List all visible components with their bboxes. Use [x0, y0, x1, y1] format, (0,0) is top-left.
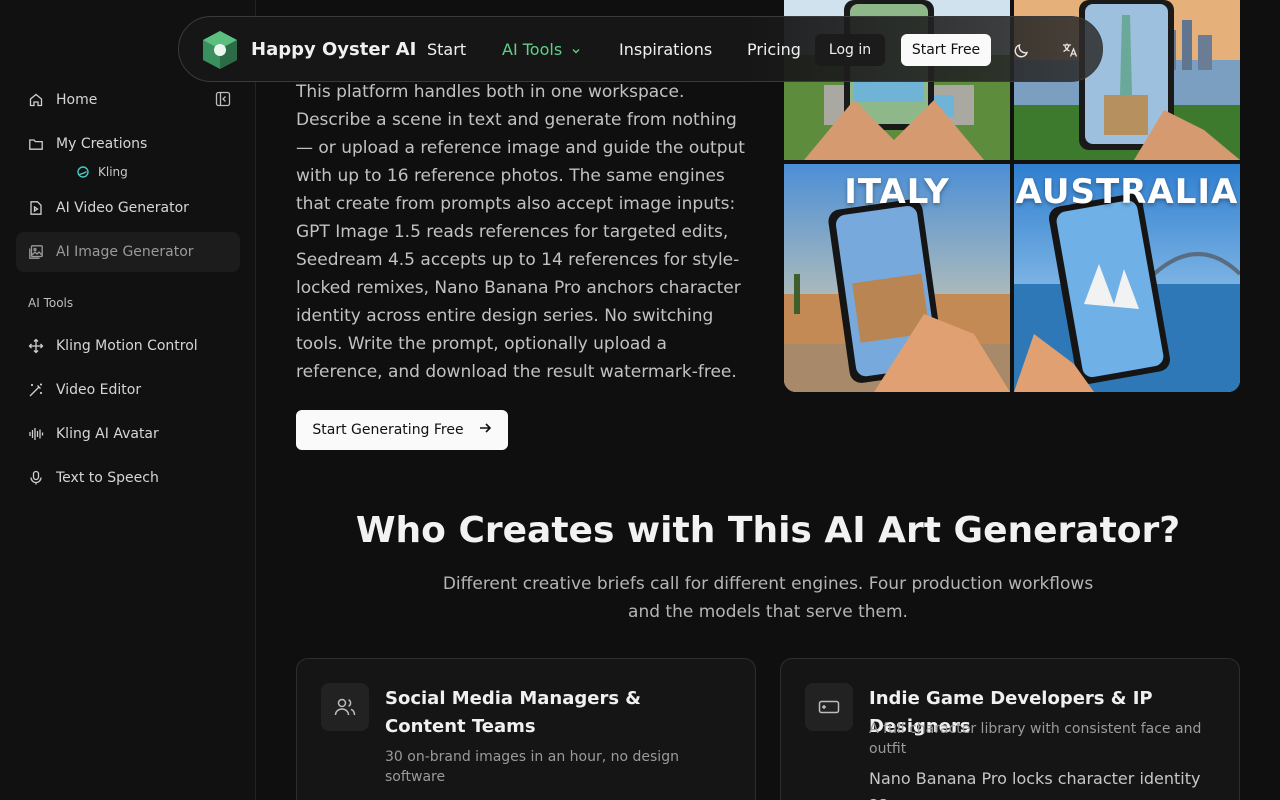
card-description: A full character library with consistent…	[869, 721, 1202, 757]
microphone-icon	[28, 470, 44, 486]
nav-link-start[interactable]: Start	[427, 40, 466, 59]
log-in-button[interactable]: Log in	[815, 34, 885, 66]
card-body: Nano Banana Pro locks character identity…	[869, 769, 1201, 800]
arrow-right-icon	[478, 421, 492, 439]
chevron-down-icon	[571, 41, 581, 60]
sidebar-item-home[interactable]: Home	[16, 80, 240, 120]
sidebar: Home My Creations Kling AI Video Generat…	[0, 0, 256, 800]
tile-italy-image: ITALY	[784, 164, 1010, 392]
brand-name[interactable]: Happy Oyster AI	[251, 39, 416, 60]
sidebar-item-label: My Creations	[56, 136, 148, 152]
sidebar-item-kling-ai-avatar[interactable]: Kling AI Avatar	[16, 414, 240, 454]
sidebar-item-label: AI Image Generator	[56, 244, 194, 260]
sidebar-item-label: Video Editor	[56, 382, 142, 398]
folder-icon	[28, 136, 44, 152]
australia-label: AUSTRALIA	[1015, 172, 1239, 212]
kling-logo-icon	[76, 165, 90, 179]
intro-paragraph: This platform handles both in one worksp…	[296, 82, 745, 382]
image-icon	[28, 244, 44, 260]
sidebar-section-label: AI Tools	[28, 296, 74, 310]
sidebar-item-video-editor[interactable]: Video Editor	[16, 370, 240, 410]
start-free-button[interactable]: Start Free	[901, 34, 991, 66]
language-icon[interactable]	[1061, 41, 1079, 59]
sidebar-item-label: Text to Speech	[56, 470, 159, 486]
sidebar-subitem-kling[interactable]: Kling	[76, 162, 128, 182]
home-icon	[28, 92, 44, 108]
sidebar-item-text-to-speech[interactable]: Text to Speech	[16, 458, 240, 498]
workflow-card: Indie Game Developers & IP Designers A f…	[780, 658, 1240, 800]
card-title: Social Media Managers & Content Teams	[385, 688, 642, 737]
sidebar-item-ai-image-generator[interactable]: AI Image Generator	[16, 232, 240, 272]
italy-label: ITALY	[844, 172, 950, 212]
sidebar-item-label: Home	[56, 92, 98, 108]
section-subtitle: Different creative briefs call for diffe…	[442, 574, 1094, 622]
sidebar-item-label: Kling AI Avatar	[56, 426, 159, 442]
nav-link-ai-tools[interactable]: AI Tools	[502, 40, 581, 60]
sidebar-item-ai-video-generator[interactable]: AI Video Generator	[16, 188, 240, 228]
sidebar-item-label: AI Video Generator	[56, 200, 189, 216]
sidebar-item-kling-motion-control[interactable]: Kling Motion Control	[16, 326, 240, 366]
cta-label: Start Generating Free	[312, 422, 464, 438]
collapse-sidebar-icon[interactable]	[214, 90, 232, 108]
magic-wand-icon	[28, 382, 44, 398]
move-icon	[28, 338, 44, 354]
nav-link-pricing[interactable]: Pricing	[747, 40, 801, 59]
workflow-card: Social Media Managers & Content Teams 30…	[296, 658, 756, 800]
audio-wave-icon	[28, 426, 44, 442]
moon-icon[interactable]	[1013, 41, 1031, 59]
card-description: 30 on-brand images in an hour, no design…	[385, 749, 679, 785]
video-file-icon	[28, 200, 44, 216]
sidebar-item-my-creations[interactable]: My Creations	[16, 124, 240, 164]
nav-link-inspirations[interactable]: Inspirations	[619, 40, 712, 59]
nav-link-label: AI Tools	[502, 40, 563, 59]
sidebar-subitem-label: Kling	[98, 165, 128, 179]
users-icon	[321, 683, 369, 731]
start-generating-free-button[interactable]: Start Generating Free	[296, 410, 508, 450]
top-navigation-bar: Happy Oyster AI Start AI Tools Inspirati…	[178, 16, 1103, 82]
section-title: Who Creates with This AI Art Generator?	[355, 510, 1181, 551]
happy-oyster-logo-icon[interactable]	[199, 29, 241, 71]
tile-australia-image: AUSTRALIA	[1014, 164, 1240, 392]
gamepad-icon	[805, 683, 853, 731]
sidebar-item-label: Kling Motion Control	[56, 338, 198, 354]
